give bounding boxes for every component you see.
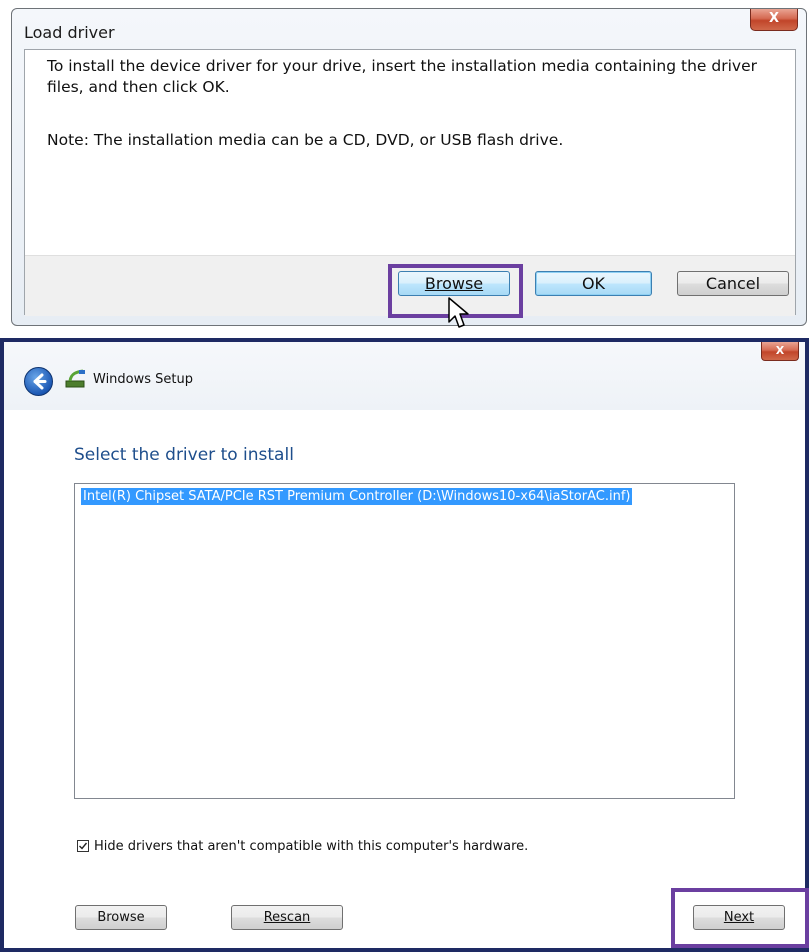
ok-label: OK	[581, 274, 606, 293]
ok-button[interactable]: OK	[535, 271, 652, 296]
driver-list-item[interactable]: Intel(R) Chipset SATA/PCIe RST Premium C…	[81, 488, 633, 505]
close-button[interactable]: X	[750, 9, 798, 31]
hide-incompatible-label: Hide drivers that aren't compatible with…	[94, 839, 529, 854]
close-icon: X	[775, 344, 785, 357]
mouse-cursor-icon	[448, 297, 469, 328]
instruction-text: To install the device driver for your dr…	[47, 57, 757, 96]
setup-content: Select the driver to install Intel(R) Ch…	[4, 410, 805, 948]
setup-titlebar: Windows Setup X	[4, 342, 805, 410]
note-text: Note: The installation media can be a CD…	[47, 131, 564, 149]
windows-setup-dialog: Windows Setup X Select the driver to ins…	[0, 338, 809, 952]
back-arrow-glyph	[33, 373, 47, 390]
dialog-title: Load driver	[24, 23, 115, 42]
cancel-button[interactable]: Cancel	[677, 271, 789, 296]
window-title: Windows Setup	[93, 372, 194, 387]
next-highlight-box	[671, 888, 809, 948]
hide-incompatible-checkbox[interactable]	[77, 840, 89, 852]
close-icon: X	[768, 11, 780, 26]
cancel-label: Cancel	[705, 274, 761, 293]
setup-browse-label: Browse	[97, 910, 145, 925]
setup-close-button[interactable]: X	[761, 342, 799, 361]
windows-setup-icon	[65, 369, 85, 388]
rescan-label: Rescan	[263, 910, 311, 925]
back-arrow-icon[interactable]	[24, 367, 53, 396]
page-heading: Select the driver to install	[74, 445, 294, 465]
rescan-button[interactable]: Rescan	[231, 905, 343, 930]
driver-list[interactable]: Intel(R) Chipset SATA/PCIe RST Premium C…	[74, 483, 735, 799]
setup-window: Windows Setup X Select the driver to ins…	[4, 342, 805, 948]
checkmark-icon	[79, 842, 88, 850]
setup-browse-button[interactable]: Browse	[75, 905, 167, 930]
